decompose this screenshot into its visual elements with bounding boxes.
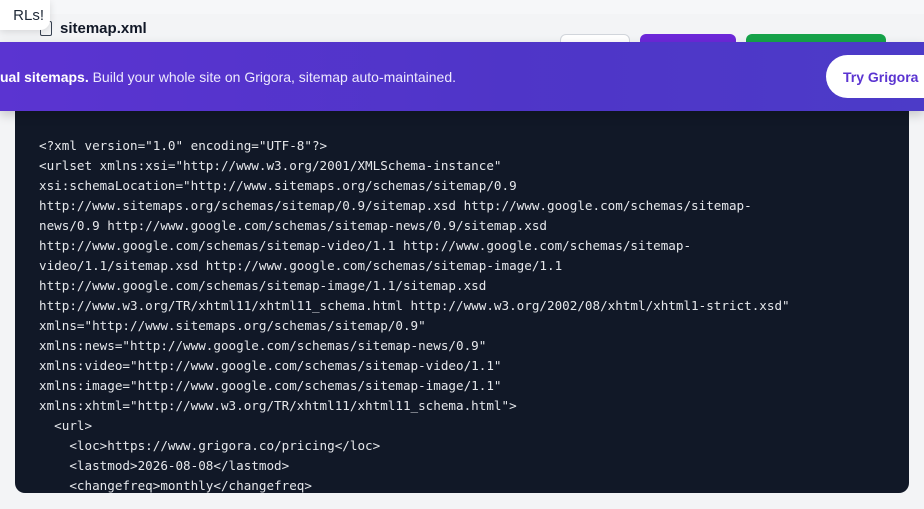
code-line: http://www.sitemaps.org/schemas/sitemap/… — [39, 198, 752, 213]
file-title: sitemap.xml — [40, 20, 147, 37]
promo-text: ual sitemaps. Build your whole site on G… — [0, 69, 456, 85]
code-line: video/1.1/sitemap.xsd http://www.google.… — [39, 258, 563, 273]
code-line: xmlns:xhtml="http://www.w3.org/TR/xhtml1… — [39, 398, 517, 413]
bottom-strip — [0, 493, 924, 509]
code-panel[interactable]: <?xml version="1.0" encoding="UTF-8"?> <u… — [15, 100, 909, 493]
code-line: xmlns="http://www.sitemaps.org/schemas/s… — [39, 318, 426, 333]
code-line: news/0.9 http://www.google.com/schemas/s… — [39, 218, 547, 233]
code-line: xmlns:video="http://www.google.com/schem… — [39, 358, 502, 373]
code-line: xsi:schemaLocation="http://www.sitemaps.… — [39, 178, 517, 193]
code-line: xmlns:image="http://www.google.com/schem… — [39, 378, 502, 393]
promo-bold-text: ual sitemaps. — [0, 69, 89, 85]
code-line: http://www.google.com/schemas/sitemap-im… — [39, 278, 487, 293]
promo-banner: ual sitemaps. Build your whole site on G… — [0, 42, 924, 111]
xml-code-block: <?xml version="1.0" encoding="UTF-8"?> <u… — [39, 136, 790, 493]
promo-body-text: Build your whole site on Grigora, sitema… — [88, 69, 457, 85]
code-line: http://www.w3.org/TR/xhtml11/xhtml11_sch… — [39, 298, 790, 313]
code-line: <urlset xmlns:xsi="http://www.w3.org/200… — [39, 158, 502, 173]
code-line: xmlns:news="http://www.google.com/schema… — [39, 338, 487, 353]
code-line: <changefreq>monthly</changefreq> — [39, 478, 312, 493]
file-title-text: sitemap.xml — [60, 20, 147, 37]
code-line: <loc>https://www.grigora.co/pricing</loc… — [39, 438, 381, 453]
toast-notification: RLs! — [0, 0, 50, 30]
toast-text: RLs! — [13, 6, 44, 24]
try-grigora-button[interactable]: Try Grigora — [826, 55, 924, 98]
code-line: <lastmod>2026-08-08</lastmod> — [39, 458, 290, 473]
code-line: http://www.google.com/schemas/sitemap-vi… — [39, 238, 692, 253]
top-bar — [0, 0, 924, 15]
code-line: <?xml version="1.0" encoding="UTF-8"?> — [39, 138, 328, 153]
page: sitemap.xml RLs! <?xml version="1.0" enc… — [0, 0, 924, 509]
code-line: <url> — [39, 418, 93, 433]
